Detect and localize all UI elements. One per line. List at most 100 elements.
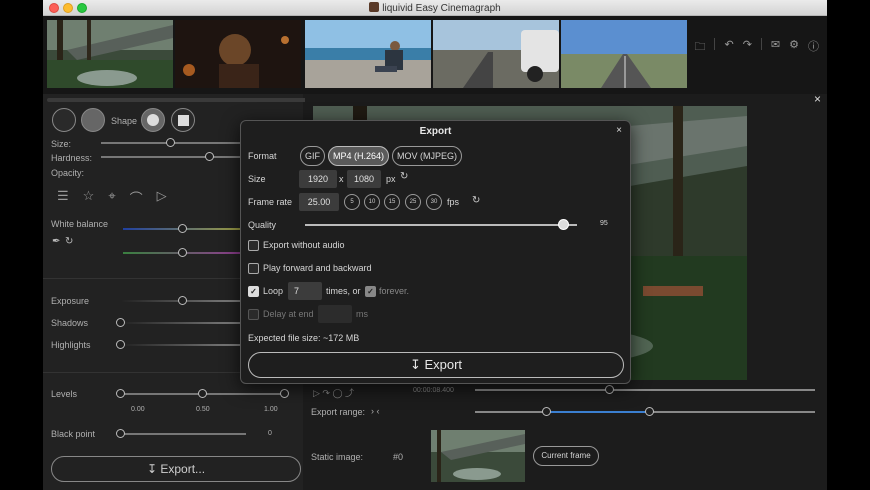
shadows-slider-track[interactable]	[121, 322, 251, 324]
crop-icon[interactable]: ⌖	[108, 188, 115, 207]
quality-slider-track[interactable]	[305, 224, 577, 226]
fps-preset-5[interactable]: 5	[344, 194, 360, 210]
hardness-label: Hardness:	[51, 153, 93, 163]
folder-icon[interactable]: 🗀	[694, 38, 705, 57]
square-shape-icon	[178, 115, 189, 126]
height-input[interactable]: 1080	[347, 170, 381, 188]
highway-image	[561, 20, 687, 88]
frame-rate-input[interactable]: 25.00	[299, 193, 339, 211]
beach-person-image	[305, 20, 431, 88]
black-point-value: 0	[268, 430, 272, 437]
ms-unit: ms	[356, 309, 368, 319]
close-preview-icon[interactable]: ×	[814, 92, 821, 106]
export-confirm-button[interactable]: ↧ Export	[248, 352, 624, 378]
range-start-knob[interactable]	[542, 407, 551, 416]
quality-label: Quality	[248, 220, 277, 230]
delay-at-end-checkbox[interactable]	[248, 309, 259, 320]
static-image-label: Static image:	[311, 452, 364, 462]
eraser-tool-button[interactable]	[81, 108, 105, 132]
white-balance-tint-knob[interactable]	[178, 248, 187, 257]
static-image-value: #0	[393, 452, 404, 462]
reset-fps-icon[interactable]: ↻	[472, 195, 480, 206]
hardness-slider-knob[interactable]	[205, 152, 214, 161]
static-image-thumbnail[interactable]	[431, 430, 525, 482]
clip-thumbnail-road[interactable]	[433, 20, 559, 88]
range-chevrons[interactable]: › ‹	[371, 406, 380, 416]
shape-label: Shape	[111, 116, 138, 126]
settings-icon[interactable]: ⚙	[789, 38, 799, 57]
levels-tick: 0.00	[131, 406, 145, 413]
format-mp4-label: MP4 (H.264)	[332, 151, 385, 161]
export-dialog: Export × Format GIF MP4 (H.264) MOV (MJP…	[240, 120, 631, 384]
opacity-label: Opacity:	[51, 168, 85, 178]
star-icon[interactable]: ☆	[83, 188, 95, 207]
levels-tick: 0.50	[196, 406, 210, 413]
info-icon[interactable]: ⓘ	[808, 38, 819, 57]
clip-thumbnail-highway[interactable]	[561, 20, 687, 88]
delay-input[interactable]	[318, 305, 352, 323]
format-mp4-button[interactable]: MP4 (H.264)	[328, 146, 389, 166]
mail-icon[interactable]: ✉	[771, 38, 780, 57]
fps-preset-25[interactable]: 25	[405, 194, 421, 210]
clip-thumbnail-dark[interactable]	[175, 20, 301, 88]
timeline-track[interactable]	[475, 389, 815, 391]
format-gif-label: GIF	[305, 151, 320, 161]
format-mov-button[interactable]: MOV (MJPEG)	[392, 146, 462, 166]
export-range-label: Export range:	[311, 407, 366, 417]
brush-tool-button[interactable]	[52, 108, 76, 132]
timecode: 00:00:08.400	[413, 387, 454, 394]
size-slider-knob[interactable]	[166, 138, 175, 147]
reset-size-icon[interactable]: ↻	[400, 171, 408, 182]
width-input[interactable]: 1920	[299, 170, 337, 188]
play-forward-backward-checkbox[interactable]	[248, 263, 259, 274]
format-gif-button[interactable]: GIF	[300, 146, 325, 166]
export-panel-button[interactable]: ↧ Export...	[51, 456, 301, 482]
white-balance-temp-knob[interactable]	[178, 224, 187, 233]
levels-mid-knob[interactable]	[198, 389, 207, 398]
forever-checkbox[interactable]: ✓	[365, 286, 376, 297]
highlights-label: Highlights	[51, 340, 91, 350]
black-point-slider-track[interactable]	[121, 433, 246, 435]
fps-preset-30[interactable]: 30	[426, 194, 442, 210]
levels-white-knob[interactable]	[280, 389, 289, 398]
eyedropper-icon[interactable]: ✒	[52, 236, 60, 247]
expected-file-size: Expected file size: ~172 MB	[248, 333, 360, 343]
black-point-slider-knob[interactable]	[116, 429, 125, 438]
undo-icon[interactable]: ↶	[724, 38, 733, 57]
fps-preset-10[interactable]: 10	[364, 194, 380, 210]
size-label: Size:	[51, 139, 72, 149]
play-forward-backward-label: Play forward and backward	[263, 263, 372, 273]
current-frame-button-label: Current frame	[541, 451, 591, 460]
exposure-slider-knob[interactable]	[178, 296, 187, 305]
square-shape-button[interactable]	[171, 108, 195, 132]
export-without-audio-label: Export without audio	[263, 240, 345, 250]
circle-shape-button[interactable]	[141, 108, 165, 132]
night-scene-image	[175, 20, 301, 88]
hardness-slider-track[interactable]	[101, 156, 241, 158]
clip-thumbnail-beach[interactable]	[305, 20, 431, 88]
play-icon[interactable]: ▷	[157, 188, 167, 207]
window-title: liquivid Easy Cinemagraph	[43, 2, 827, 14]
highlights-slider-knob[interactable]	[116, 340, 125, 349]
timeline-playhead-knob[interactable]	[605, 385, 614, 394]
px-unit: px	[386, 174, 396, 184]
curve-icon[interactable]: ⌒	[130, 188, 143, 207]
clip-thumbnail-forest[interactable]	[47, 20, 173, 88]
shadows-slider-knob[interactable]	[116, 318, 125, 327]
reset-icon[interactable]: ↻	[65, 236, 73, 247]
fps-preset-15[interactable]: 15	[384, 194, 400, 210]
exposure-label: Exposure	[51, 296, 90, 306]
close-dialog-icon[interactable]: ×	[616, 125, 622, 136]
redo-icon[interactable]: ↷	[743, 38, 752, 57]
loop-checkbox[interactable]: ✓	[248, 286, 259, 297]
range-end-knob[interactable]	[645, 407, 654, 416]
loop-count-input[interactable]: 7	[288, 282, 322, 300]
highlights-slider-track[interactable]	[121, 344, 251, 346]
export-without-audio-checkbox[interactable]	[248, 240, 259, 251]
sliders-icon[interactable]: ☰	[57, 188, 69, 207]
levels-black-knob[interactable]	[116, 389, 125, 398]
quality-slider-knob[interactable]	[558, 219, 570, 230]
current-frame-button[interactable]: Current frame	[533, 446, 599, 466]
export-dialog-title: Export	[419, 126, 452, 137]
frame-rate-label: Frame rate	[248, 197, 293, 207]
